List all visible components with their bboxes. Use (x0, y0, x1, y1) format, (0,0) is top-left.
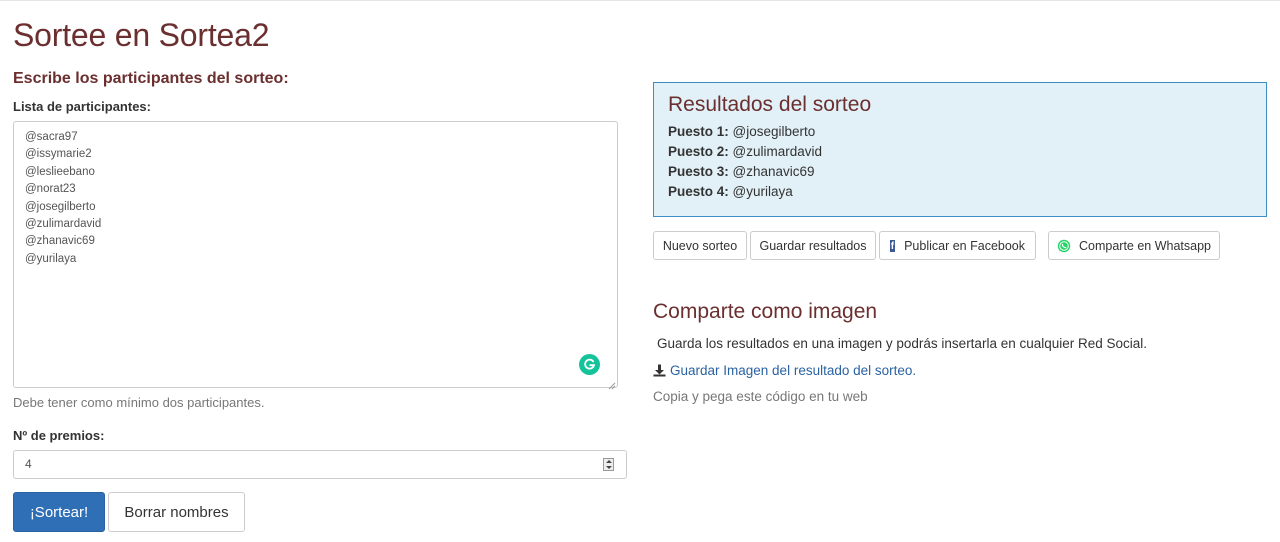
results-list: Puesto 1: @josegilberto Puesto 2: @zulima… (668, 122, 1252, 202)
save-results-button[interactable]: Guardar resultados (750, 231, 876, 260)
result-position: Puesto 2: (668, 144, 729, 159)
facebook-icon: f (890, 239, 896, 252)
download-image-label: Guardar Imagen del resultado del sorteo. (670, 363, 917, 378)
whatsapp-share-button[interactable]: Comparte en Whatsapp (1048, 231, 1220, 260)
result-winner: @zulimardavid (732, 144, 823, 159)
result-item: Puesto 2: @zulimardavid (668, 142, 1252, 162)
whatsapp-icon (1057, 239, 1071, 253)
prizes-value: 4 (25, 457, 32, 471)
facebook-share-button[interactable]: f Publicar en Facebook (879, 231, 1036, 260)
whatsapp-share-label: Comparte en Whatsapp (1079, 238, 1212, 253)
clear-names-button[interactable]: Borrar nombres (108, 492, 245, 532)
results-title: Resultados del sorteo (668, 93, 872, 116)
participants-help-text: Debe tener como mínimo dos participantes… (13, 395, 265, 410)
prizes-label: Nº de premios: (13, 428, 105, 443)
result-winner: @yurilaya (732, 184, 793, 199)
participants-textarea[interactable]: @sacra97 @issymarie2 @leslieebano @norat… (13, 121, 618, 388)
result-winner: @zhanavic69 (732, 164, 815, 179)
result-item: Puesto 1: @josegilberto (668, 122, 1252, 142)
share-image-heading: Comparte como imagen (653, 300, 878, 323)
result-position: Puesto 3: (668, 164, 729, 179)
download-icon (653, 364, 666, 377)
participants-heading: Escribe los participantes del sorteo: (13, 70, 289, 87)
result-position: Puesto 1: (668, 124, 729, 139)
results-panel: Resultados del sorteo Puesto 1: @josegil… (653, 82, 1267, 217)
draw-button[interactable]: ¡Sortear! (13, 492, 105, 532)
page-title: Sortee en Sortea2 (13, 17, 270, 53)
copy-code-text: Copia y pega este código en tu web (653, 389, 868, 404)
result-item: Puesto 3: @zhanavic69 (668, 162, 1252, 182)
result-winner: @josegilberto (732, 124, 816, 139)
download-image-link[interactable]: Guardar Imagen del resultado del sorteo. (653, 363, 916, 378)
spinner-down-icon[interactable] (605, 465, 612, 469)
grammarly-icon[interactable] (579, 354, 600, 375)
new-draw-button[interactable]: Nuevo sorteo (653, 231, 747, 260)
prizes-number-input[interactable]: 4 (13, 450, 627, 479)
result-item: Puesto 4: @yurilaya (668, 182, 1252, 202)
facebook-share-label: Publicar en Facebook (904, 238, 1025, 253)
share-image-description: Guarda los resultados en una imagen y po… (657, 336, 1148, 351)
result-position: Puesto 4: (668, 184, 729, 199)
spinner-up-icon[interactable] (605, 460, 612, 464)
participants-label: Lista de participantes: (13, 99, 151, 114)
number-spinner[interactable] (603, 458, 614, 471)
resize-grip-icon[interactable] (607, 377, 616, 390)
